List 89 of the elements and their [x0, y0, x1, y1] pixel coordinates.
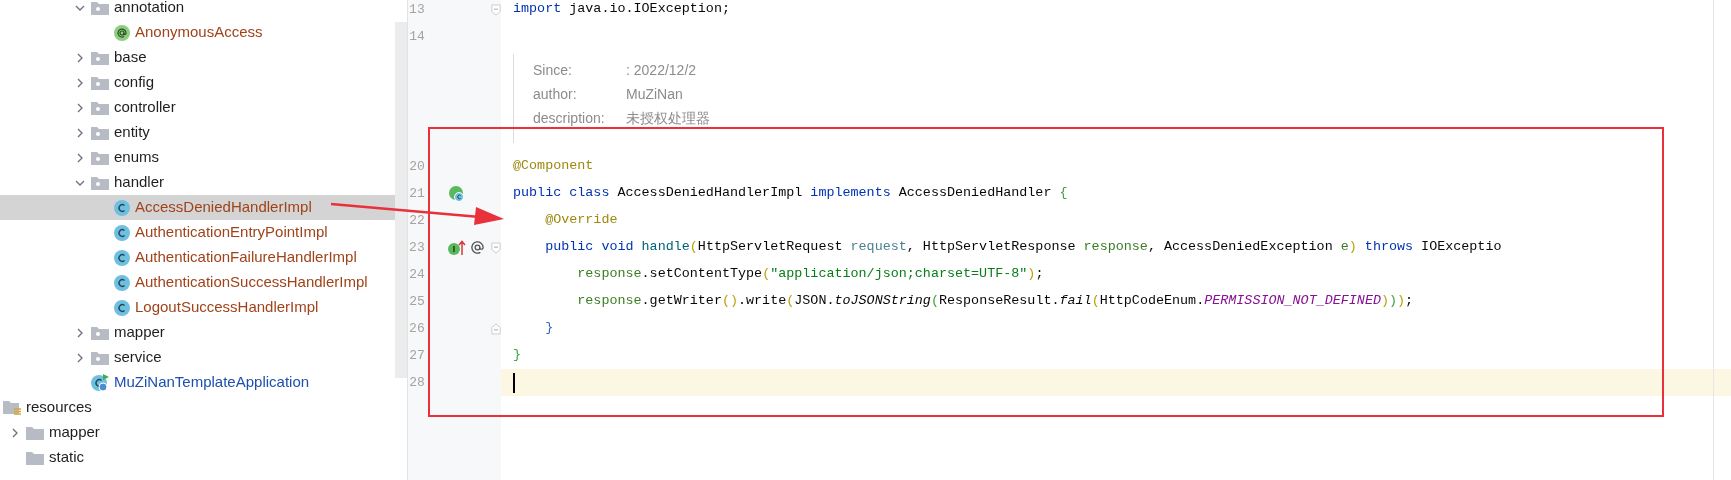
tree-item-label: AuthenticationSuccessHandlerImpl	[135, 272, 368, 293]
runnable-class-icon	[91, 373, 109, 392]
line-number: 26	[408, 319, 425, 338]
class-icon	[114, 299, 130, 316]
text-caret	[513, 372, 515, 393]
tree-item[interactable]: mapper	[0, 320, 395, 345]
fold-start-icon[interactable]	[491, 2, 501, 17]
doc-tag-label: description:	[533, 108, 606, 128]
tree-item[interactable]: AuthenticationSuccessHandlerImpl	[0, 270, 395, 295]
package-folder-icon	[91, 150, 109, 165]
tree-item[interactable]: config	[0, 70, 395, 95]
line-number: 21	[408, 184, 425, 203]
tree-item[interactable]: resources	[0, 395, 395, 420]
code-text: response.getWriter().write(JSON.toJSONString(ResponseResult.fail(HttpCodeEnum.PERMISSION_NOT_DEFINED)));	[576, 292, 1414, 311]
class-icon	[114, 199, 130, 216]
line-number: 22	[408, 211, 425, 230]
code-text: import java.io.IOException;	[513, 0, 730, 19]
at-sign-gutter-icon[interactable]	[469, 240, 485, 255]
fold-start-icon[interactable]	[491, 240, 501, 255]
package-folder-icon	[91, 125, 109, 140]
tree-item[interactable]: annotation	[0, 0, 395, 20]
tree-item[interactable]: MuZiNanTemplateApplication	[0, 370, 395, 395]
implemented-class-gutter-icon[interactable]	[447, 184, 466, 203]
code-text: @Component	[513, 157, 594, 176]
line-number: 13	[408, 0, 425, 19]
tree-item[interactable]: service	[0, 345, 395, 370]
tree-item[interactable]: static	[0, 445, 395, 470]
line-number: 24	[408, 265, 425, 284]
tree-item-label: handler	[114, 172, 165, 193]
tree-item-label: LogoutSuccessHandlerImpl	[135, 297, 319, 318]
tree-item-label: service	[114, 347, 162, 368]
line-number: 27	[408, 346, 425, 365]
code-text: public void handle(HttpServletRequest request, HttpServletResponse response, AccessDeniedException e) throws IOExceptio	[544, 238, 1502, 257]
folder-icon	[26, 425, 44, 440]
line-number: 28	[408, 373, 425, 392]
tree-item-label: enums	[114, 147, 160, 168]
tree-item[interactable]: AuthenticationEntryPointImpl	[0, 220, 395, 245]
tree-item[interactable]: AnonymousAccess	[0, 20, 395, 45]
tree-item[interactable]: entity	[0, 120, 395, 145]
tree-item[interactable]: handler	[0, 170, 395, 195]
tree-item-label: AuthenticationEntryPointImpl	[135, 222, 328, 243]
tree-item-label: annotation	[114, 0, 185, 18]
line-number: 20	[408, 157, 425, 176]
line-number: 14	[408, 27, 425, 46]
doc-tag-label: author:	[533, 84, 578, 104]
code-text: }	[513, 346, 522, 365]
package-folder-icon	[91, 75, 109, 90]
doc-tag-value: 未授权处理器	[626, 108, 710, 128]
folder-icon	[26, 450, 44, 465]
doc-tag-label: Since:	[533, 60, 573, 80]
package-folder-icon	[91, 325, 109, 340]
package-folder-icon	[91, 50, 109, 65]
code-text: public class AccessDeniedHandlerImpl implements AccessDeniedHandler {	[513, 184, 1068, 203]
doc-tag-value: : 2022/12/2	[626, 60, 697, 80]
tree-item[interactable]: controller	[0, 95, 395, 120]
tree-item-label: entity	[114, 122, 150, 143]
tree-item[interactable]: enums	[0, 145, 395, 170]
tree-item-label: AnonymousAccess	[135, 22, 263, 43]
tree-item[interactable]: base	[0, 45, 395, 70]
scrollbar-thumb[interactable]	[395, 22, 407, 378]
tree-item[interactable]: mapper	[0, 420, 395, 445]
class-icon	[114, 224, 130, 241]
package-folder-icon	[91, 175, 109, 190]
tree-item[interactable]: AuthenticationFailureHandlerImpl	[0, 245, 395, 270]
code-text: @Override	[544, 211, 618, 230]
tree-item-label: mapper	[114, 322, 165, 343]
tree-item-label: controller	[114, 97, 176, 118]
tree-item-label: base	[114, 47, 147, 68]
resource-folder-icon	[3, 399, 21, 416]
tree-item-label: config	[114, 72, 155, 93]
line-number: 23	[408, 238, 425, 257]
tree-item-label: static	[49, 447, 84, 468]
package-folder-icon	[91, 100, 109, 115]
doc-tag-value: MuZiNan	[626, 84, 683, 104]
implements-method-gutter-icon[interactable]	[447, 239, 466, 256]
line-number: 25	[408, 292, 425, 311]
tree-item-label: mapper	[49, 422, 100, 443]
package-folder-icon	[91, 350, 109, 365]
tree-item-label: MuZiNanTemplateApplication	[114, 372, 310, 393]
tree-item[interactable]: LogoutSuccessHandlerImpl	[0, 295, 395, 320]
tree-item[interactable]: AccessDeniedHandlerImpl	[0, 195, 395, 220]
annotation-icon	[114, 24, 130, 41]
tree-item-label: AuthenticationFailureHandlerImpl	[135, 247, 357, 268]
code-text: }	[544, 319, 554, 338]
class-icon	[114, 274, 130, 291]
tree-item-label: AccessDeniedHandlerImpl	[135, 197, 312, 218]
tree-item-label: resources	[26, 397, 92, 418]
code-text: response.setContentType("application/json;charset=UTF-8");	[576, 265, 1044, 284]
class-icon	[114, 249, 130, 266]
